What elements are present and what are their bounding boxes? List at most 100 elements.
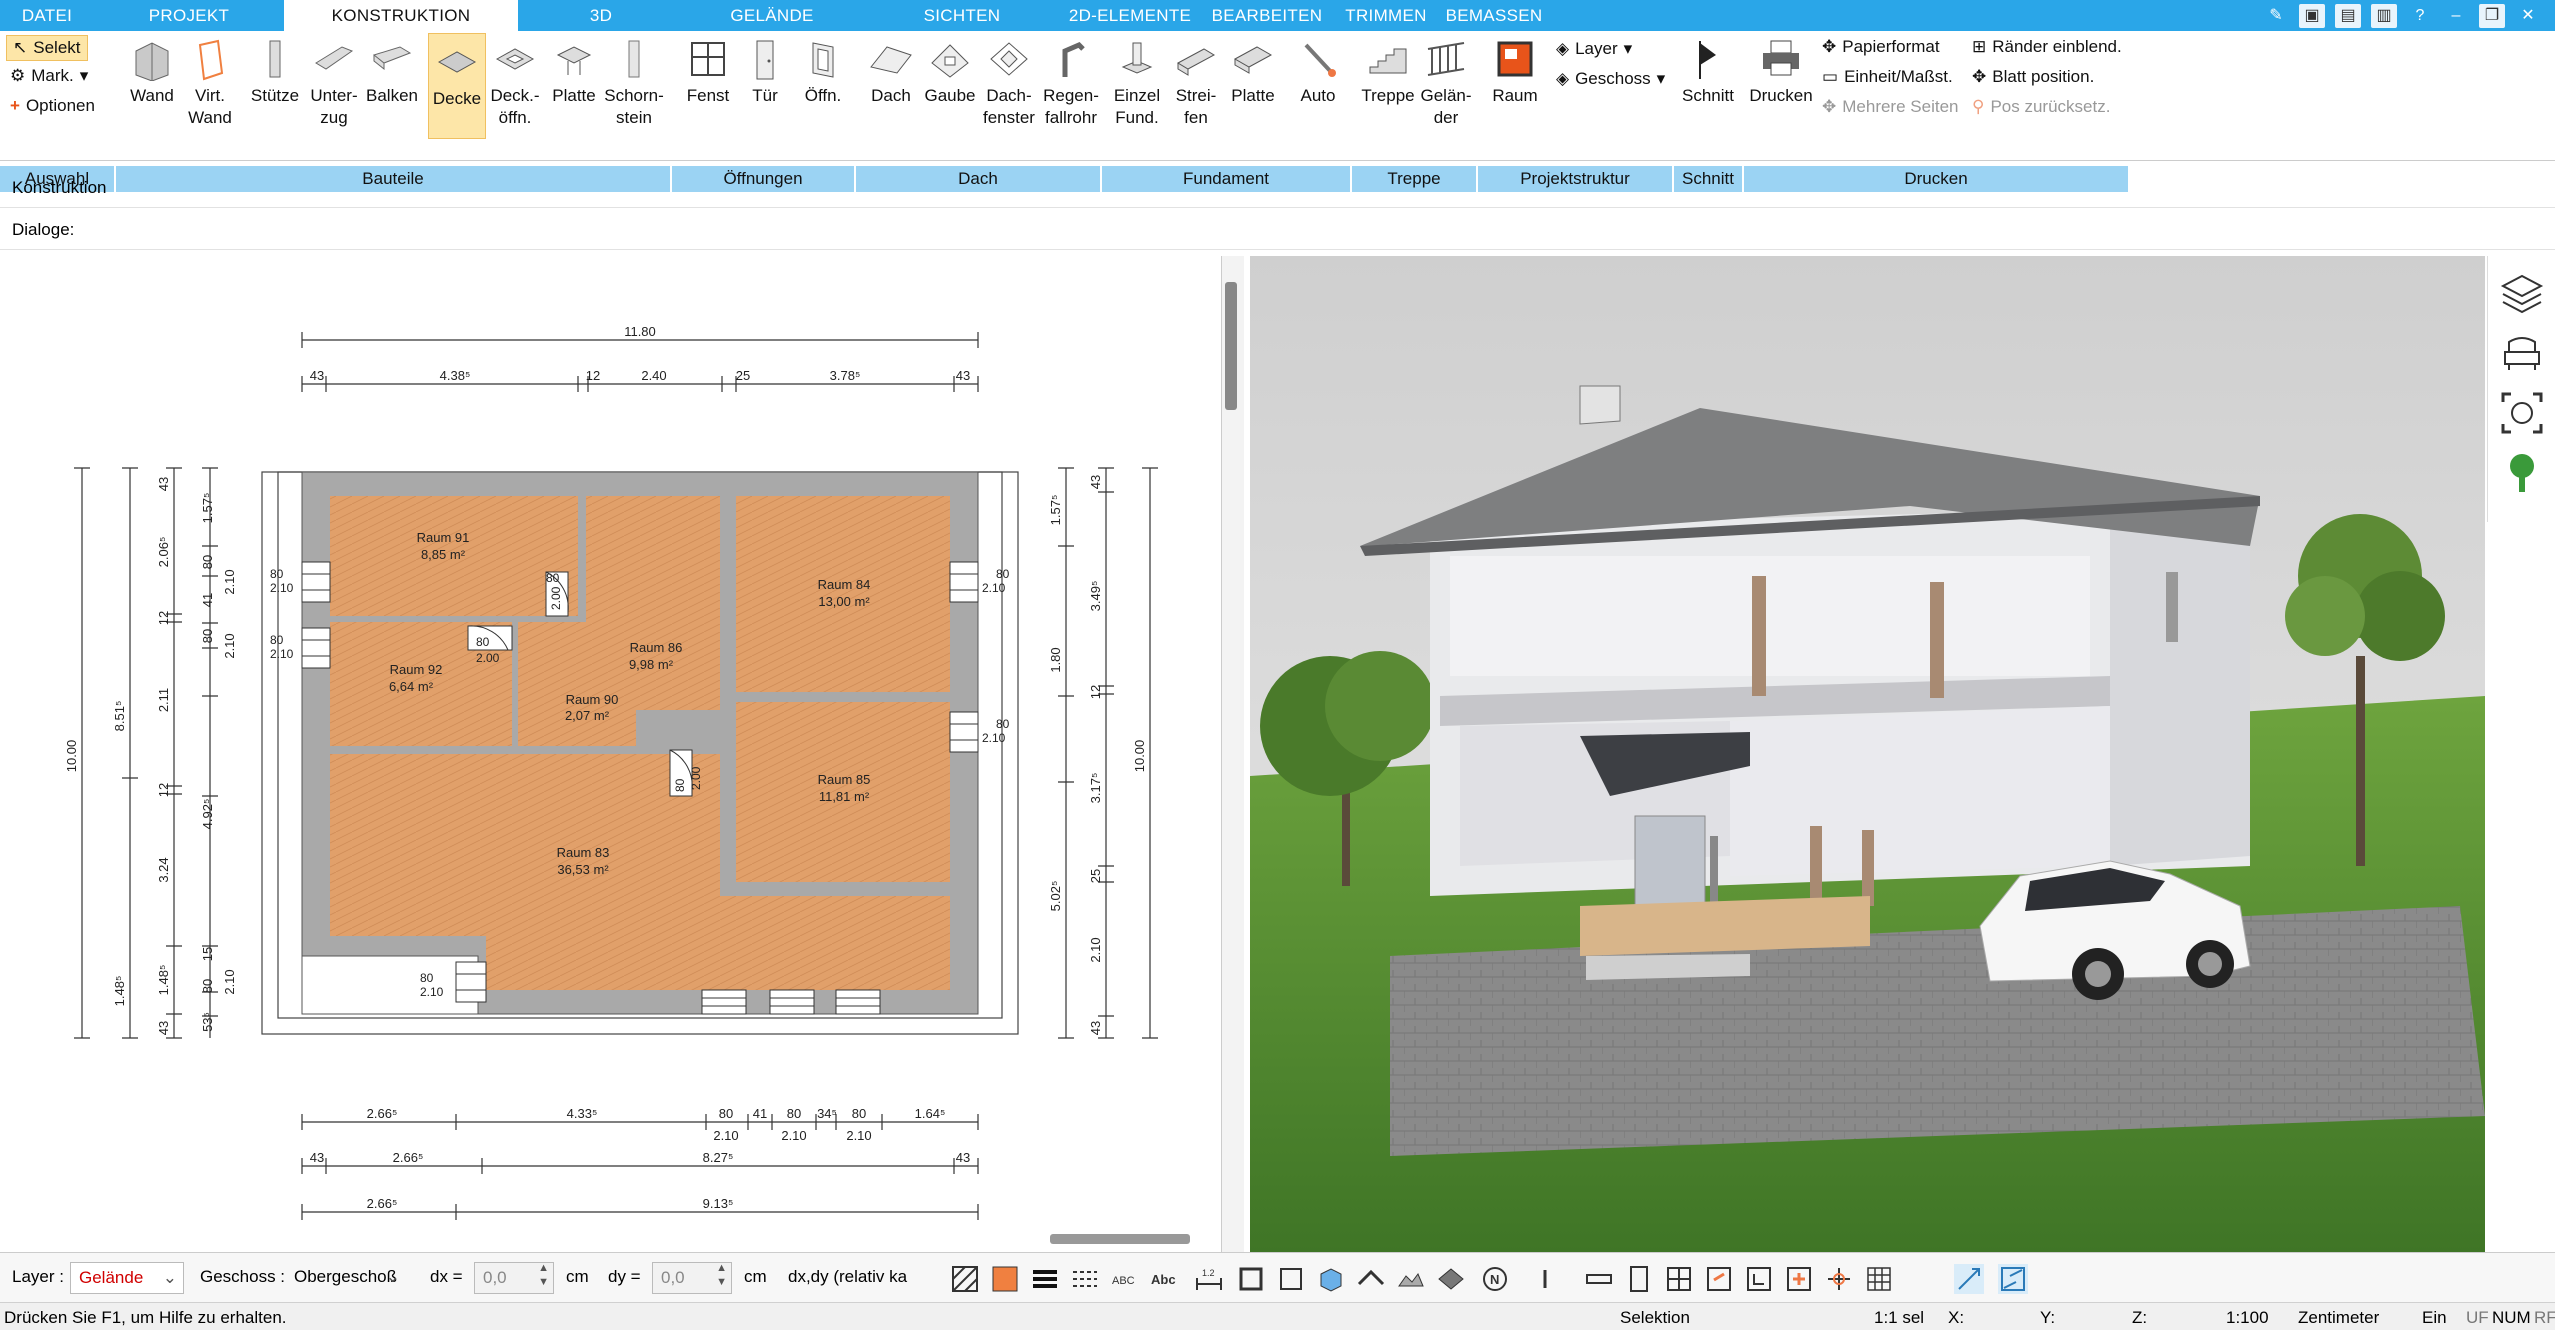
line-weight-icon[interactable] [1030,1264,1060,1294]
auto-button[interactable]: Auto [1290,31,1346,107]
tab-bemassen[interactable]: BEMASSEN [1434,0,1554,31]
layer-select[interactable]: Gelände ⌄ [70,1262,184,1294]
mehrere-seiten-button[interactable]: ✥ Mehrere Seiten [1822,97,1958,117]
snap-angle-icon[interactable] [1954,1264,1984,1294]
snap-frame-icon[interactable] [1236,1264,1266,1294]
layer-dropdown[interactable]: ◈ Layer ▾ [1556,39,1632,59]
tuer-button[interactable]: Tür [740,31,790,107]
plane-icon[interactable] [1436,1264,1466,1294]
selekt-button[interactable]: ↖ Selekt [6,35,88,61]
hatch-icon[interactable] [950,1264,980,1294]
fundament-platte-button[interactable]: Platte [1224,31,1282,107]
tab-gelaende[interactable]: GELÄNDE [684,0,860,31]
einheit-button[interactable]: ▭ Einheit/Maßst. [1822,67,1953,87]
text-style-icon[interactable]: ABC [1110,1264,1140,1294]
dx-input[interactable]: 0,0 ▲ ▼ [474,1262,554,1294]
export-icon[interactable] [1704,1264,1734,1294]
north-arrow-icon[interactable]: N [1480,1264,1510,1294]
dimension-icon[interactable]: 1.2 [1194,1264,1224,1294]
treppe-button[interactable]: Treppe [1360,31,1416,107]
tab-datei[interactable]: DATEI [0,0,94,31]
papierformat-button[interactable]: ✥ Papierformat [1822,37,1940,57]
dy-input[interactable]: 0,0 ▲ ▼ [652,1262,732,1294]
cube-icon[interactable] [1316,1264,1346,1294]
window-tile-icon[interactable]: ▣ [2299,3,2325,28]
drucken-button[interactable]: Drucken [1748,31,1814,107]
vertical-scroll-thumb[interactable] [1225,282,1237,410]
gelaender-button[interactable]: Gelän- der [1416,31,1476,129]
floor-plan-canvas[interactable]: Raum 91 8,85 m² Raum 86 9,98 m² Raum 84 … [0,256,1222,1252]
coordinate-mode-select[interactable]: dx,dy (relativ ka [780,1262,930,1294]
terrain-icon[interactable] [1396,1264,1426,1294]
tab-2d-elemente[interactable]: 2D-ELEMENTE [1064,0,1196,31]
corner-icon[interactable] [1744,1264,1774,1294]
einzel-fund-button[interactable]: Einzel Fund. [1108,31,1166,129]
pos-zuruecksetzen-button[interactable]: ⚲ Pos zurücksetz. [1972,97,2110,117]
page-layout-icon[interactable] [1624,1264,1654,1294]
regenfallrohr-button[interactable]: Regen- fallrohr [1040,31,1102,129]
wand-button[interactable]: Wand [122,31,182,107]
spinner-icon[interactable]: ▲ ▼ [716,1261,727,1289]
oeffnung-button[interactable]: Öffn. [796,31,850,107]
line-style-icon[interactable] [1070,1264,1100,1294]
grid-icon[interactable] [1864,1264,1894,1294]
minimize-button[interactable]: – [2443,4,2469,28]
layers-icon[interactable] [2499,270,2545,316]
dachfenster-button[interactable]: Dach- fenster [978,31,1040,129]
decke-button[interactable]: Decke [428,33,486,139]
tab-projekt[interactable]: PROJEKT [94,0,284,31]
3d-scene[interactable] [1250,256,2485,1252]
horizontal-scroll-thumb[interactable] [1050,1234,1190,1244]
geschoss-select[interactable]: Obergeschoß ⌄ [286,1262,404,1294]
dach-button[interactable]: Dach [862,31,920,107]
roof-view-icon[interactable] [1356,1264,1386,1294]
stuetze-button[interactable]: Stütze [245,31,305,107]
dimension-toggle-icon[interactable] [1584,1264,1614,1294]
snap-cross-icon[interactable] [1824,1264,1854,1294]
armchair-icon[interactable] [2499,330,2545,376]
dim-text: 80 [996,567,1010,581]
restore-button[interactable]: ❐ [2479,3,2505,28]
schornstein-button[interactable]: Schorn- stein [602,31,666,129]
fenster-button[interactable]: Fenst [680,31,736,107]
room-86-floor[interactable] [586,496,720,710]
fit-view-icon[interactable] [2499,390,2545,436]
abc-text-icon[interactable]: Abc [1150,1264,1180,1294]
info-icon[interactable] [1530,1264,1560,1294]
unterzug-button[interactable]: Unter- zug [305,31,363,129]
balken-button[interactable]: Balken [364,31,420,107]
blatt-position-button[interactable]: ✥ Blatt position. [1972,67,2094,87]
gaube-button[interactable]: Gaube [922,31,978,107]
close-button[interactable]: ✕ [2515,4,2541,28]
optionen-button[interactable]: + Optionen [10,96,95,116]
tab-sichten[interactable]: SICHTEN [860,0,1064,31]
spinner-icon[interactable]: ▲ ▼ [538,1261,549,1289]
raender-button[interactable]: ⊞ Ränder einblend. [1972,37,2122,57]
platte-button[interactable]: Platte [546,31,602,107]
geschoss-dropdown[interactable]: ◈ Geschoss ▾ [1556,69,1665,89]
floor-plan-view[interactable]: Raum 91 8,85 m² Raum 86 9,98 m² Raum 84 … [0,256,1222,1252]
foundation-slab-icon [1233,46,1273,74]
tab-bearbeiten[interactable]: BEARBEITEN [1196,0,1338,31]
tab-trimmen[interactable]: TRIMMEN [1338,0,1434,31]
deckoeffn-button[interactable]: Deck.- öffn. [486,31,544,129]
help-icon[interactable]: ? [2407,4,2433,28]
fill-icon[interactable] [990,1264,1020,1294]
tree-icon[interactable] [2499,450,2545,496]
tab-konstruktion[interactable]: KONSTRUKTION [284,0,518,31]
3d-view[interactable] [1250,256,2485,1252]
window-cascade-icon[interactable]: ▤ [2335,3,2361,28]
select-frame-icon[interactable] [1276,1264,1306,1294]
schnitt-button[interactable]: Schnitt [1680,31,1736,107]
snap-point-icon[interactable] [1784,1264,1814,1294]
window-layout-icon[interactable]: ▥ [2371,3,2397,28]
mark-button[interactable]: ⚙ Mark. ▾ [10,66,88,86]
tab-3d[interactable]: 3D [518,0,684,31]
tools-icon[interactable]: ✎ [2263,4,2289,28]
snap-object-icon[interactable] [1998,1264,2028,1294]
streifen-button[interactable]: Strei- fen [1168,31,1224,129]
virt-wand-button[interactable]: Virt. Wand [183,31,237,129]
raum-button[interactable]: Raum [1486,31,1544,107]
grid-split-icon[interactable] [1664,1264,1694,1294]
dim-text: 3.17⁵ [1088,773,1103,804]
